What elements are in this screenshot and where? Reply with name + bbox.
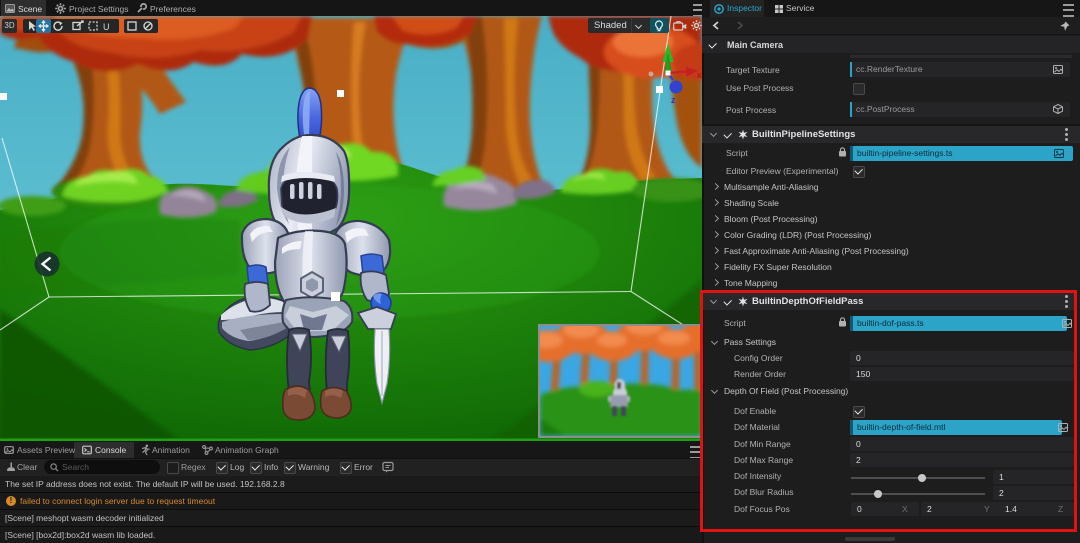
svg-text:U: U — [103, 22, 110, 32]
svg-text:z: z — [671, 95, 676, 105]
